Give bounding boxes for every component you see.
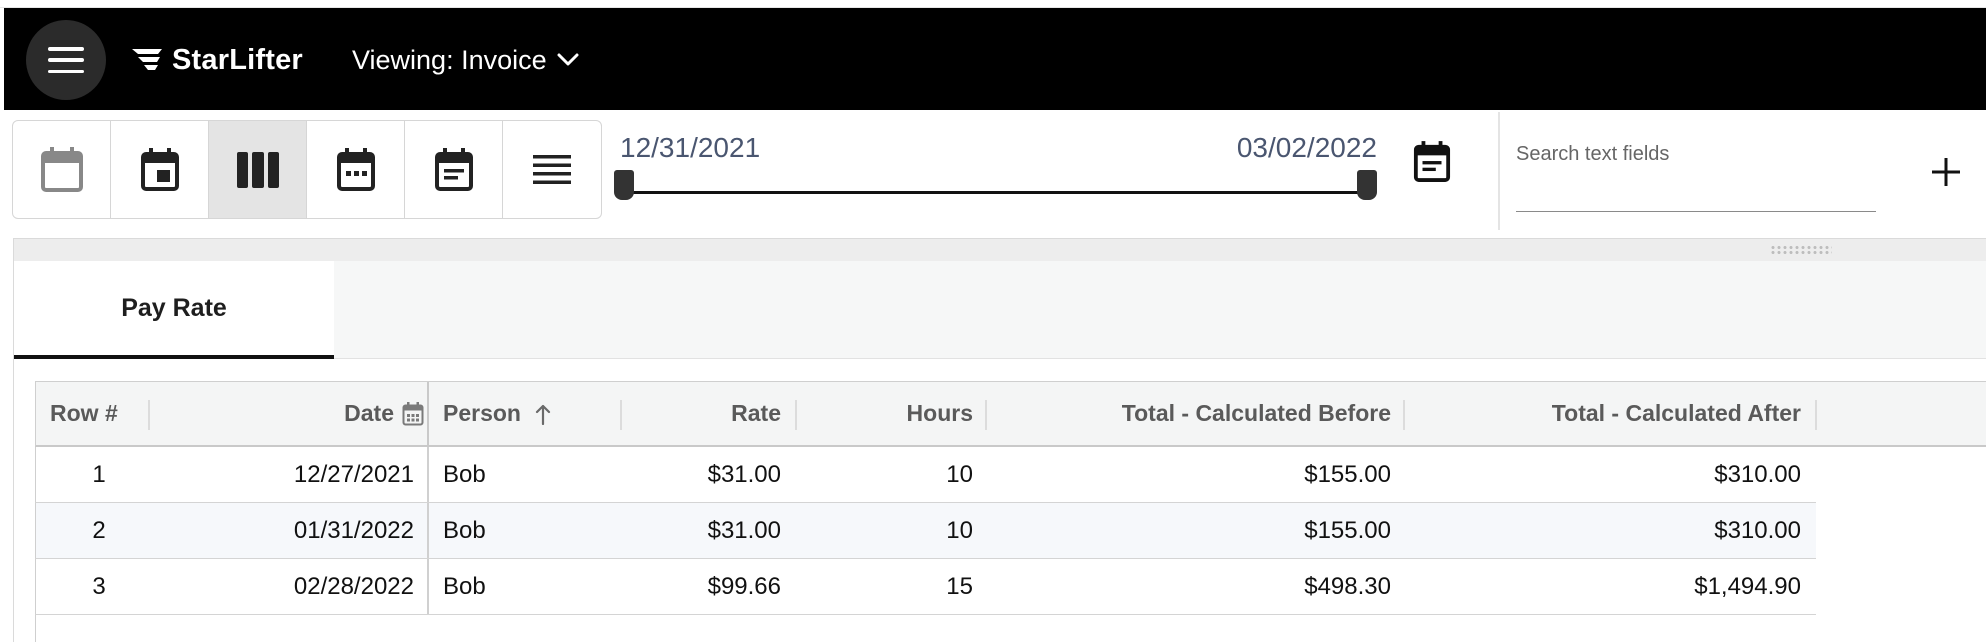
view-column-icon bbox=[236, 151, 279, 188]
logo[interactable]: StarLifter bbox=[132, 42, 303, 78]
add-button[interactable] bbox=[1920, 148, 1972, 196]
column-header-label: Total - Calculated Before bbox=[1121, 400, 1391, 426]
panel-resize-strip[interactable] bbox=[14, 239, 1986, 261]
range-start-date: 12/31/2021 bbox=[620, 132, 761, 163]
cell-row-number: 1 bbox=[92, 460, 106, 488]
calendar-filter-icon bbox=[402, 401, 424, 425]
logo-wing-icon bbox=[132, 49, 162, 70]
cell-person[interactable]: Bob bbox=[429, 503, 619, 558]
search-input[interactable] bbox=[1516, 128, 1876, 212]
slider-track[interactable] bbox=[620, 191, 1369, 194]
cell-hours[interactable]: 15 bbox=[797, 559, 987, 614]
data-panel: Pay Rate Row # Date Person Rate Hours To… bbox=[13, 238, 1986, 642]
logo-text: StarLifter bbox=[172, 43, 303, 76]
column-header-label: Hours bbox=[906, 400, 973, 426]
range-end-date: 03/02/2022 bbox=[1236, 132, 1377, 163]
view-agenda-button[interactable] bbox=[405, 121, 503, 218]
cell-total-before[interactable]: $155.00 bbox=[987, 503, 1405, 558]
cell-total-after[interactable]: $310.00 bbox=[1405, 447, 1815, 502]
column-header-total-before[interactable]: Total - Calculated Before bbox=[987, 382, 1405, 445]
sort-ascending-icon bbox=[535, 404, 551, 425]
table-row[interactable]: 2 01/31/2022 Bob $31.00 10 $155.00 $310.… bbox=[35, 503, 1816, 559]
column-separator[interactable] bbox=[1815, 400, 1817, 430]
grid-header: Row # Date Person Rate Hours Total - Cal… bbox=[35, 381, 1986, 447]
cell-date[interactable]: 12/27/2021 bbox=[148, 447, 428, 502]
column-header-rate[interactable]: Rate bbox=[622, 382, 795, 445]
data-grid: Row # Date Person Rate Hours Total - Cal… bbox=[35, 381, 1986, 642]
window-top-edge bbox=[0, 0, 1986, 8]
hamburger-icon bbox=[48, 47, 84, 73]
cell-person[interactable]: Bob bbox=[429, 447, 619, 502]
list-lines-icon bbox=[533, 154, 571, 184]
table-row[interactable]: 3 02/28/2022 Bob $99.66 15 $498.30 $1,49… bbox=[35, 559, 1816, 615]
table-row[interactable]: 1 12/27/2021 Bob $31.00 10 $155.00 $310.… bbox=[35, 447, 1816, 503]
cell-hours[interactable]: 10 bbox=[797, 447, 987, 502]
chevron-down-icon bbox=[557, 53, 579, 66]
cell-person[interactable]: Bob bbox=[429, 559, 619, 614]
plus-icon bbox=[1932, 158, 1960, 186]
column-header-label: Row # bbox=[50, 400, 118, 426]
range-end-handle[interactable] bbox=[1357, 170, 1377, 200]
calendar-text-icon bbox=[1413, 141, 1451, 182]
app-bar: StarLifter Viewing: Invoice bbox=[4, 8, 1986, 110]
column-header-total-after[interactable]: Total - Calculated After bbox=[1405, 382, 1815, 445]
view-day-button[interactable] bbox=[111, 121, 209, 218]
view-list-button[interactable] bbox=[503, 121, 601, 218]
date-range-slider[interactable]: 12/31/2021 03/02/2022 bbox=[612, 126, 1377, 206]
calendar-text-icon bbox=[434, 147, 473, 191]
cell-rate[interactable]: $31.00 bbox=[622, 447, 795, 502]
column-header-label: Person bbox=[443, 400, 521, 426]
column-header-hours[interactable]: Hours bbox=[797, 382, 987, 445]
cell-row-number: 2 bbox=[92, 516, 106, 544]
view-selector-label: Viewing: Invoice bbox=[352, 44, 547, 75]
date-picker-button[interactable] bbox=[1410, 140, 1454, 184]
column-header-label: Date bbox=[344, 400, 394, 426]
calendar-today-icon bbox=[140, 147, 179, 191]
cell-date[interactable]: 02/28/2022 bbox=[148, 559, 428, 614]
cell-row-number: 3 bbox=[92, 572, 106, 600]
view-mode-group bbox=[12, 120, 602, 219]
cell-date[interactable]: 01/31/2022 bbox=[148, 503, 428, 558]
cell-total-after[interactable]: $310.00 bbox=[1405, 503, 1815, 558]
cell-rate[interactable]: $99.66 bbox=[622, 559, 795, 614]
tab-bar: Pay Rate bbox=[14, 261, 1986, 359]
view-columns-button[interactable] bbox=[209, 121, 307, 218]
calendar-month-icon bbox=[336, 147, 375, 191]
column-header-person[interactable]: Person bbox=[429, 382, 629, 445]
view-month-button[interactable] bbox=[307, 121, 405, 218]
menu-button[interactable] bbox=[26, 20, 106, 100]
calendar-blank-icon bbox=[40, 146, 83, 192]
column-header-date[interactable]: Date bbox=[148, 382, 438, 445]
cell-hours[interactable]: 10 bbox=[797, 503, 987, 558]
tab-pay-rate[interactable]: Pay Rate bbox=[14, 261, 334, 359]
view-blank-calendar-button[interactable] bbox=[13, 121, 111, 218]
drag-handle-icon[interactable] bbox=[1770, 245, 1832, 255]
search-field[interactable] bbox=[1516, 128, 1876, 212]
range-start-handle[interactable] bbox=[614, 170, 634, 200]
column-header-label: Rate bbox=[731, 400, 781, 426]
cell-total-before[interactable]: $498.30 bbox=[987, 559, 1405, 614]
view-selector[interactable]: Viewing: Invoice bbox=[352, 42, 579, 78]
grid-empty-area bbox=[35, 615, 1986, 642]
cell-rate[interactable]: $31.00 bbox=[622, 503, 795, 558]
toolbar-divider bbox=[1498, 112, 1500, 230]
column-header-label: Total - Calculated After bbox=[1551, 400, 1801, 426]
cell-total-before[interactable]: $155.00 bbox=[987, 447, 1405, 502]
cell-total-after[interactable]: $1,494.90 bbox=[1405, 559, 1815, 614]
column-header-row-number[interactable]: Row # bbox=[36, 382, 148, 445]
